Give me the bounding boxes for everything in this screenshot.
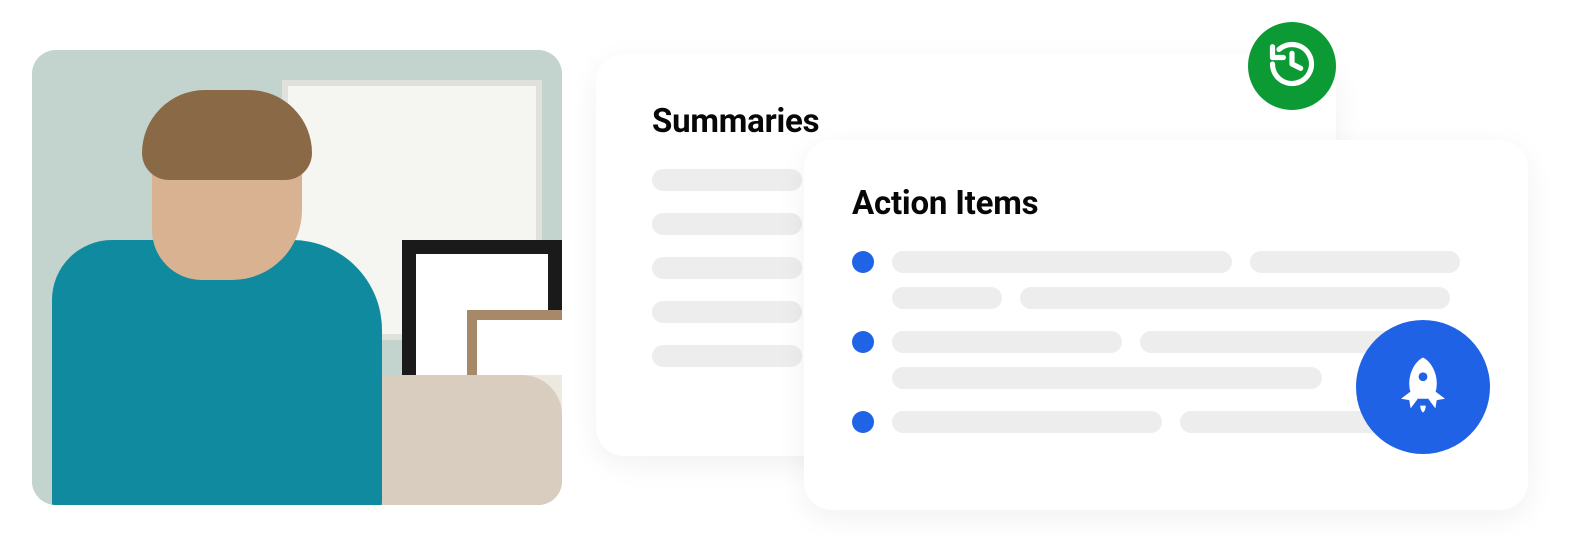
summaries-title: Summaries [652,102,1280,141]
person-on-phone-photo [32,50,562,505]
skeleton-line [892,331,1122,353]
skeleton-line [892,287,1002,309]
rocket-badge [1356,320,1490,454]
bullet-icon [852,411,874,433]
skeleton-line [892,367,1322,389]
skeleton-line [652,213,802,235]
skeleton-line [1020,287,1450,309]
skeleton-line [652,345,802,367]
skeleton-line [892,251,1232,273]
action-items-title: Action Items [852,184,1472,223]
skeleton-line [652,301,802,323]
skeleton-line [892,411,1162,433]
skeleton-line [652,257,802,279]
history-badge [1248,22,1336,110]
bullet-icon [852,251,874,273]
action-item [852,251,1472,309]
person-hair [142,90,312,180]
indent-spacer [852,287,874,309]
skeleton-line [1250,251,1460,273]
rocket-icon [1390,352,1456,422]
indent-spacer [852,367,874,389]
bullet-icon [852,331,874,353]
history-icon [1266,38,1318,94]
skeleton-line [652,169,802,191]
